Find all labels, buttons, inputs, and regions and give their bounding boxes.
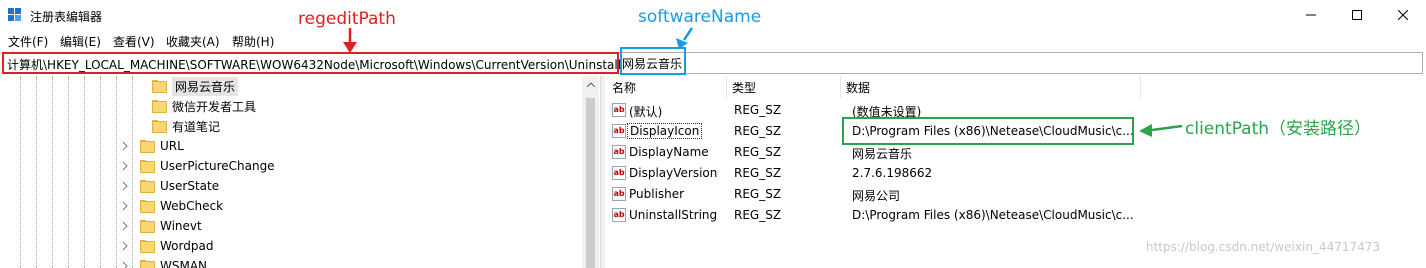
annotation-arrows [343, 27, 1183, 137]
arrow-head-regedit-path [343, 42, 357, 53]
arrow-head-client-path [1139, 124, 1152, 137]
watermark: https://blog.csdn.net/weixin_44717473 [1146, 240, 1381, 254]
arrow-software-name [682, 27, 694, 41]
arrow-client-path [1151, 124, 1183, 132]
arrow-head-software-name [676, 38, 688, 49]
